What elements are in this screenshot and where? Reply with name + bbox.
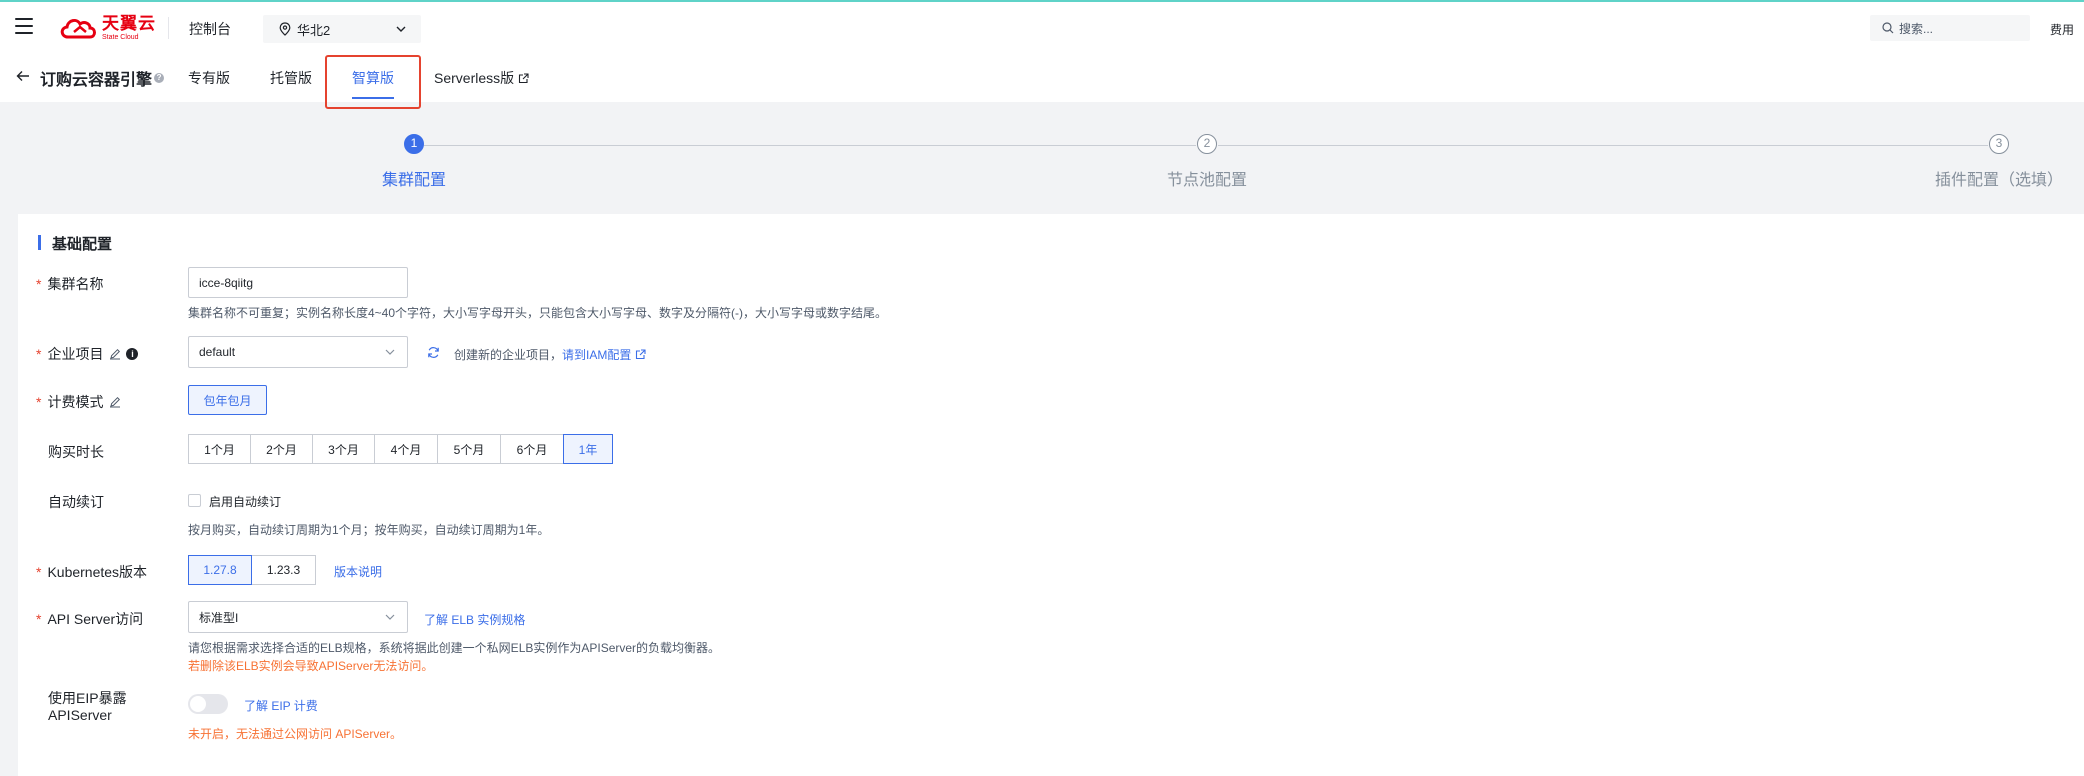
chevron-down-icon [385, 349, 395, 355]
refresh-icon[interactable] [427, 346, 440, 359]
enterprise-project-create-hint: 创建新的企业项目， 请到IAM配置 [454, 346, 646, 363]
k8s-version-group: 1.27.8 1.23.3 [188, 555, 316, 585]
version-notes-link[interactable]: 版本说明 [334, 563, 382, 580]
duration-option-6m[interactable]: 6个月 [500, 434, 564, 464]
k8s-version-option-1[interactable]: 1.27.8 [188, 555, 252, 585]
tab-dedicated[interactable]: 专有版 [188, 68, 230, 88]
eip-label-line1: 使用EIP暴露 [48, 690, 127, 706]
cluster-name-value: icce-8qiitg [199, 275, 254, 290]
step-1-indicator: 1 [404, 134, 424, 154]
region-label: 华北2 [297, 22, 331, 38]
duration-option-2m[interactable]: 2个月 [250, 434, 313, 464]
menu-icon[interactable] [15, 18, 33, 34]
back-arrow-icon[interactable] [16, 70, 30, 82]
auto-renew-label: 自动续订 [48, 494, 104, 510]
duration-option-3m[interactable]: 3个月 [312, 434, 375, 464]
auto-renew-checkbox[interactable] [188, 494, 201, 507]
tab-serverless[interactable]: Serverless版 [434, 68, 529, 88]
duration-option-1y[interactable]: 1年 [563, 434, 613, 464]
config-card [18, 214, 2084, 776]
info-icon[interactable]: i [126, 348, 139, 360]
billing-mode-label: * 计费模式 [36, 392, 121, 412]
region-selector[interactable]: 华北2 [263, 15, 421, 43]
page-title-text: 订购云容器引擎 [40, 72, 153, 89]
duration-option-4m[interactable]: 4个月 [374, 434, 438, 464]
api-server-select[interactable]: 标准型I [188, 601, 408, 633]
step-3-indicator: 3 [1989, 134, 2009, 154]
tab-managed[interactable]: 托管版 [270, 68, 312, 88]
external-link-icon [519, 72, 529, 83]
section-title: 基础配置 [38, 233, 112, 254]
search-placeholder: 搜索... [1899, 21, 1934, 36]
tab-serverless-label: Serverless版 [434, 70, 515, 86]
billing-option-annual[interactable]: 包年包月 [188, 385, 267, 415]
auto-renew-checkbox-label[interactable]: 启用自动续订 [209, 493, 281, 510]
logo-en: State Cloud [102, 34, 139, 41]
enterprise-project-label: * 企业项目 i [36, 344, 139, 364]
eip-warning: 未开启，无法通过公网访问 APIServer。 [188, 727, 403, 741]
step-2-indicator: 2 [1197, 134, 1217, 154]
duration-group: 1个月 2个月 3个月 4个月 5个月 6个月 1年 [188, 434, 613, 464]
step-2-label: 节点池配置 [1167, 172, 1248, 189]
chevron-down-icon [385, 614, 395, 620]
topbar-divider [168, 17, 169, 39]
api-server-warning: 若删除该ELB实例会导致APIServer无法访问。 [188, 659, 434, 673]
cloud-logo-icon [60, 18, 96, 39]
console-link[interactable]: 控制台 [189, 19, 231, 39]
search-input[interactable]: 搜索... [1870, 15, 2030, 41]
eip-toggle[interactable] [188, 694, 228, 714]
logo[interactable]: 天翼云 State Cloud [58, 14, 156, 42]
elb-spec-link[interactable]: 了解 ELB 实例规格 [424, 611, 525, 628]
step-1-label: 集群配置 [382, 172, 447, 189]
k8s-version-option-2[interactable]: 1.23.3 [251, 555, 316, 585]
api-server-label: * API Server访问 [36, 611, 144, 627]
location-pin-icon [279, 22, 291, 36]
edit-icon[interactable] [109, 396, 121, 408]
api-server-hint: 请您根据需求选择合适的ELB规格，系统将据此创建一个私网ELB实例作为APISe… [188, 641, 721, 655]
step-connector-1 [424, 145, 1196, 146]
tab-highlight-annotation [325, 55, 421, 109]
enterprise-project-select[interactable]: default [188, 336, 408, 368]
fee-link[interactable]: 费用 [2050, 21, 2074, 38]
chevron-down-icon [396, 26, 406, 32]
k8s-version-label: * Kubernetes版本 [36, 564, 148, 580]
duration-label: 购买时长 [48, 444, 104, 460]
enterprise-project-value: default [199, 345, 236, 359]
auto-renew-hint: 按月购买，自动续订周期为1个月；按年购买，自动续订周期为1年。 [188, 523, 550, 537]
cluster-name-label: * 集群名称 [36, 276, 104, 292]
external-link-icon [636, 349, 646, 360]
duration-option-5m[interactable]: 5个月 [437, 434, 501, 464]
duration-option-1m[interactable]: 1个月 [188, 434, 251, 464]
search-icon [1882, 22, 1894, 34]
help-icon[interactable]: ? [154, 73, 165, 83]
product-tabs-bar: 订购云容器引擎 ? 专有版 托管版 智算版 Serverless版 [0, 52, 2084, 102]
billing-mode-group: 包年包月 [188, 385, 267, 415]
eip-label-line2: APIServer [48, 707, 112, 723]
eip-billing-link[interactable]: 了解 EIP 计费 [244, 697, 318, 714]
edit-icon[interactable] [109, 348, 121, 360]
logo-cn: 天翼云 [102, 14, 156, 33]
cluster-name-hint: 集群名称不可重复；实例名称长度4~40个字符，大小写字母开头，只能包含大小写字母… [188, 306, 888, 320]
top-bar: 天翼云 State Cloud 控制台 华北2 搜索... 费用 [0, 0, 2084, 52]
iam-config-link[interactable]: 请到IAM配置 [562, 346, 631, 363]
page-title: 订购云容器引擎 ? [40, 66, 165, 90]
api-server-value: 标准型I [199, 610, 239, 625]
step-connector-2 [1218, 145, 1988, 146]
step-3-label: 插件配置（选填） [1935, 172, 2064, 189]
cluster-name-input[interactable]: icce-8qiitg [188, 267, 408, 298]
